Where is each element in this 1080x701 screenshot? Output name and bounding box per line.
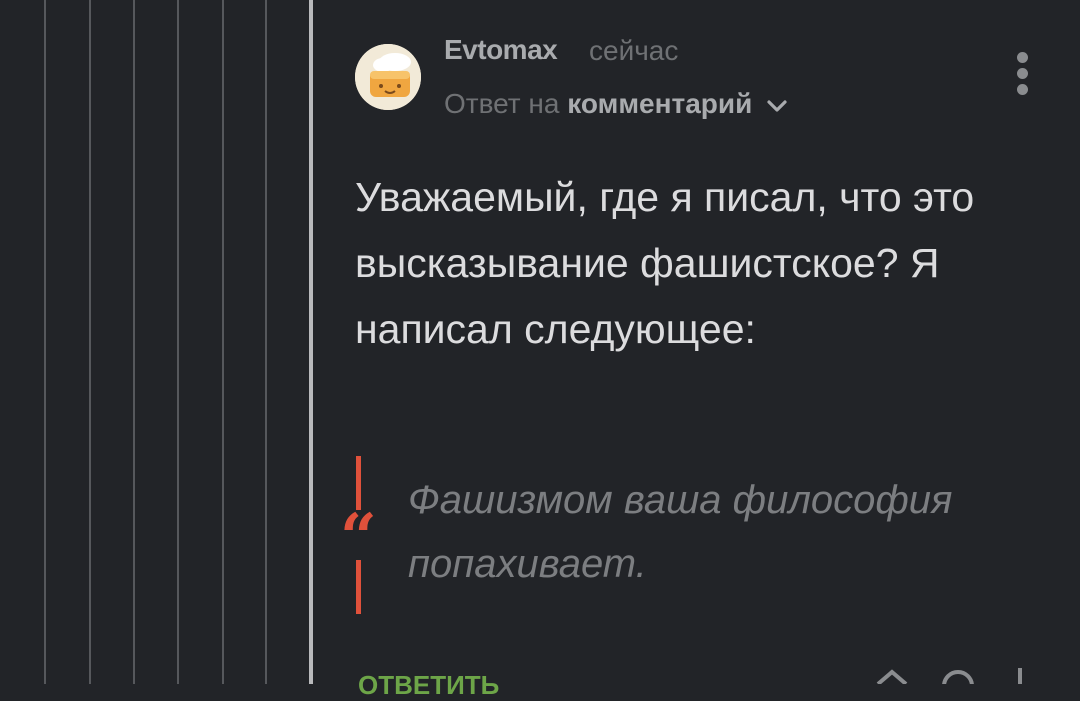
author-name[interactable]: Evtomax [444, 34, 558, 66]
avatar[interactable] [355, 44, 421, 110]
action-icons [870, 666, 1070, 701]
quote-bar-bottom [356, 560, 361, 614]
comment-time: сейчас [589, 35, 679, 66]
save-icon [1018, 668, 1022, 684]
thread-line [222, 0, 224, 684]
reply-prefix: Ответ на [444, 88, 560, 119]
reply-target-link[interactable]: комментарий [567, 88, 752, 119]
more-vertical-icon[interactable] [1012, 52, 1032, 98]
comment-body: Уважаемый, где я писал, что это высказыв… [355, 174, 975, 352]
thread-line [44, 0, 46, 684]
cake-avatar-icon [355, 44, 421, 110]
share-icon [942, 670, 974, 701]
thread-line [177, 0, 179, 684]
quote-text: Фашизмом ваша философия попахивает. [408, 478, 953, 586]
thread-line [133, 0, 135, 684]
thread-line-active[interactable] [309, 0, 313, 684]
upvote-icon [876, 669, 908, 686]
reply-to: Ответ на комментарий [444, 88, 788, 120]
chevron-down-icon[interactable] [766, 98, 788, 114]
thread-line [265, 0, 267, 684]
reply-button[interactable]: ОТВЕТИТЬ [358, 670, 499, 701]
thread-line [89, 0, 91, 684]
